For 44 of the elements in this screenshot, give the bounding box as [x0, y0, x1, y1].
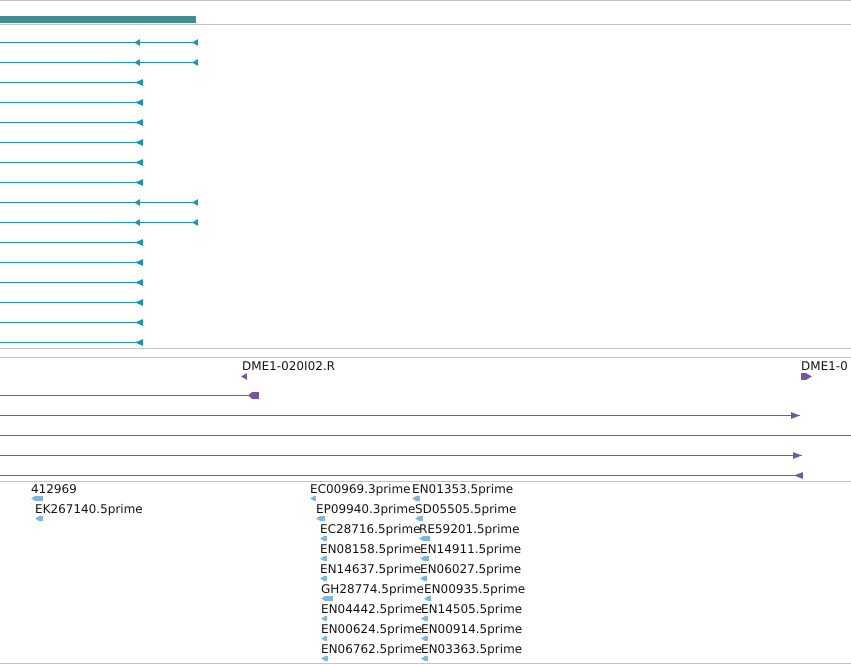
feature-arrow-icon	[421, 636, 428, 641]
feature-arrow-icon	[316, 516, 325, 521]
feature-label: DME1-0	[801, 359, 848, 373]
feature-label: EN04442.5prime	[321, 602, 422, 616]
feature-label: SD05505.5prime	[415, 502, 516, 516]
feature-arrow-icon	[321, 636, 327, 641]
feature-label: EN06762.5prime	[321, 642, 422, 656]
feature-label: EN00935.5prime	[424, 582, 526, 596]
feature-label: 412969	[31, 482, 77, 496]
feature-label: EN00914.5prime	[421, 622, 522, 636]
feature-label: RE59201.5prime	[419, 522, 520, 536]
feature-label: EN01353.5prime	[412, 482, 514, 496]
feature-arrow-icon	[419, 536, 430, 541]
feature-arrow-icon	[321, 656, 328, 661]
feature-label: EN14637.5prime	[320, 562, 422, 576]
feature-arrow-icon	[420, 556, 429, 561]
feature-label: EC00969.3prime	[310, 482, 411, 496]
feature-arrow-icon	[415, 516, 423, 521]
feature-arrow-icon	[801, 373, 812, 380]
feature-label: EP09940.3prime	[316, 502, 416, 516]
feature-label: EN08158.5prime	[320, 542, 422, 556]
feature-arrow-icon	[421, 656, 428, 661]
feature-arrow-icon	[241, 373, 247, 380]
feature-arrow-icon	[321, 616, 327, 621]
feature-arrow-icon	[420, 576, 427, 581]
feature-label: EN06027.5prime	[420, 562, 522, 576]
feature-label: DME1-020I02.R	[242, 359, 336, 373]
feature-label: EK267140.5prime	[35, 502, 143, 516]
feature-arrow-icon	[320, 536, 327, 541]
feature-label: EN03363.5prime	[421, 642, 522, 656]
feature-label: EN14911.5prime	[420, 542, 522, 556]
feature-arrow-icon	[424, 596, 431, 601]
feature-arrow-icon	[421, 616, 428, 621]
feature-label: EN14505.5prime	[421, 602, 522, 616]
feature-label: GH28774.5prime	[321, 582, 424, 596]
feature-arrow-icon	[320, 576, 327, 581]
feature-arrow-icon	[321, 596, 333, 601]
feature-arrow-icon	[35, 516, 43, 521]
feature-label: EN00624.5prime	[321, 622, 422, 636]
feature-arrow-icon	[310, 496, 316, 501]
feature-arrow-icon	[412, 496, 420, 501]
feature-label: EC28716.5prime	[320, 522, 421, 536]
feature-arrow-icon	[31, 496, 43, 501]
feature-arrow-icon	[320, 556, 327, 561]
